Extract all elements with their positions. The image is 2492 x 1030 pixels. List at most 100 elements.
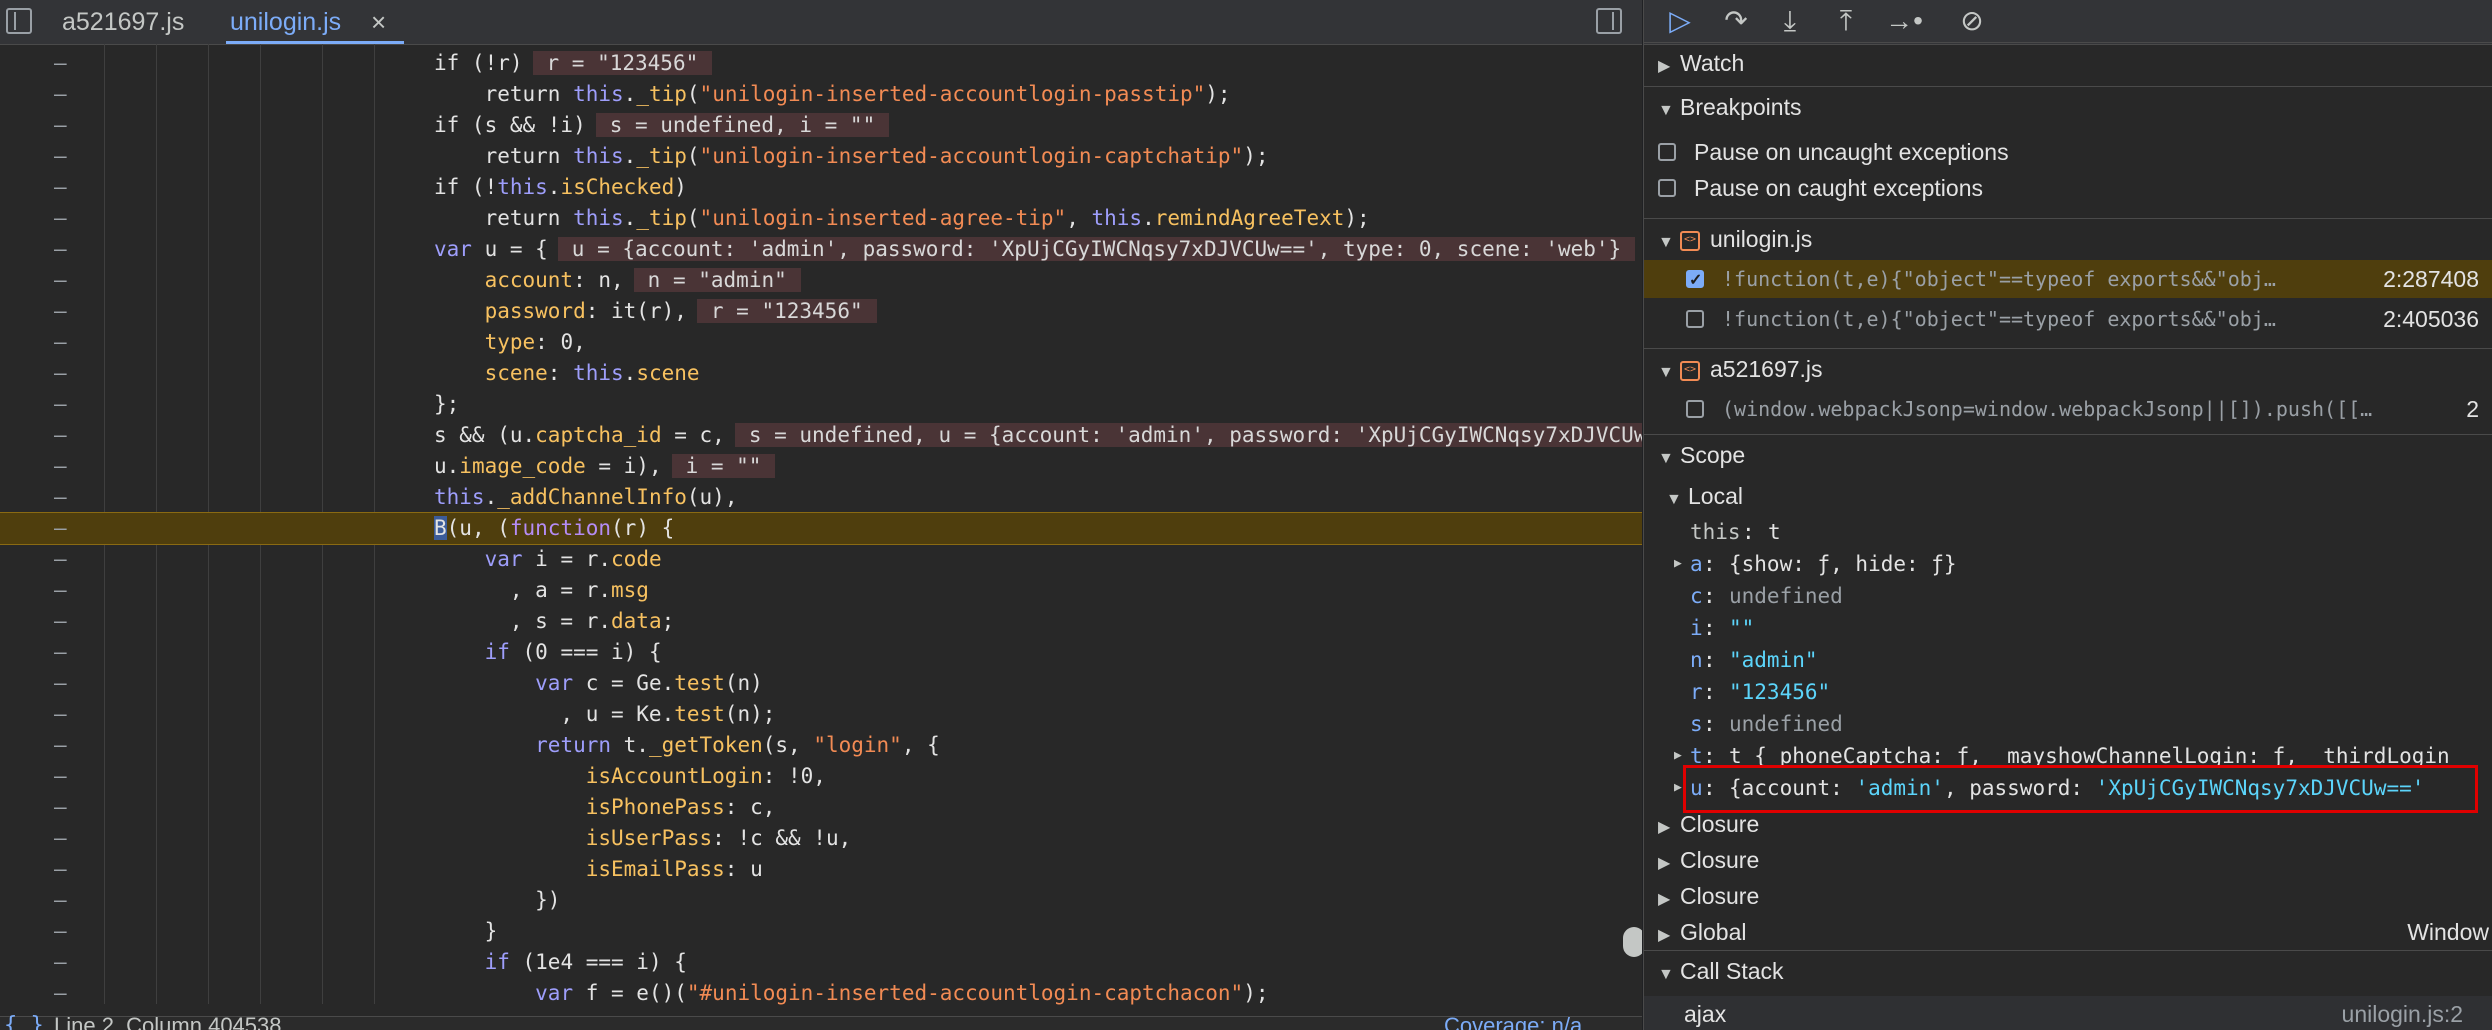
line-marker[interactable]: –: [54, 699, 67, 730]
line-marker[interactable]: –: [54, 947, 67, 978]
line-marker[interactable]: –: [54, 823, 67, 854]
step-into-icon[interactable]: ⤓: [1768, 2, 1812, 40]
breakpoint-file-a521697[interactable]: ▼ <> a521697.js: [1644, 348, 2492, 389]
pretty-print-icon[interactable]: { }: [4, 1013, 44, 1030]
line-marker[interactable]: –: [54, 172, 67, 203]
chevron-right-icon[interactable]: ▶: [1674, 548, 1682, 580]
code-line[interactable]: – return this._tip("unilogin-inserted-ac…: [0, 141, 1642, 172]
code-line[interactable]: – var i = r.code: [0, 544, 1642, 575]
code-line[interactable]: – }): [0, 885, 1642, 916]
scope-variable-c[interactable]: c: undefined: [1644, 580, 2492, 612]
line-marker[interactable]: –: [54, 203, 67, 234]
line-marker[interactable]: –: [54, 730, 67, 761]
line-marker[interactable]: –: [54, 48, 67, 79]
code-line[interactable]: – var f = e()("#unilogin-inserted-accoun…: [0, 978, 1642, 1009]
scope-closure[interactable]: ▶ Closure: [1644, 878, 2492, 914]
pause-uncaught-option[interactable]: Pause on uncaught exceptions: [1644, 134, 2492, 170]
code-line[interactable]: – password: it(r), r = "123456": [0, 296, 1642, 327]
code-line[interactable]: – return this._tip("unilogin-inserted-ag…: [0, 203, 1642, 234]
breakpoints-section-header[interactable]: ▼ Breakpoints: [1644, 86, 2492, 127]
pause-caught-checkbox[interactable]: [1658, 179, 1676, 197]
line-marker[interactable]: –: [54, 358, 67, 389]
scope-variable-i[interactable]: i: "": [1644, 612, 2492, 644]
code-lines[interactable]: – if (!r) r = "123456" – return this._tip("…: [0, 48, 1642, 1009]
line-marker[interactable]: –: [54, 265, 67, 296]
line-marker[interactable]: –: [54, 110, 67, 141]
code-line[interactable]: – isAccountLogin: !0,: [0, 761, 1642, 792]
line-marker[interactable]: –: [54, 854, 67, 885]
toggle-debugger-icon[interactable]: [1596, 8, 1622, 34]
pause-uncaught-checkbox[interactable]: [1658, 143, 1676, 161]
pause-caught-option[interactable]: Pause on caught exceptions: [1644, 170, 2492, 206]
code-line[interactable]: – if (0 === i) {: [0, 637, 1642, 668]
code-line[interactable]: – if (s && !i) s = undefined, i = "": [0, 110, 1642, 141]
code-line[interactable]: – var c = Ge.test(n): [0, 668, 1642, 699]
code-line[interactable]: – B(u, (function(r) {: [0, 512, 1642, 545]
code-line[interactable]: – return t._getToken(s, "login", {: [0, 730, 1642, 761]
chevron-right-icon[interactable]: ▶: [1674, 772, 1682, 804]
code-line[interactable]: – if (!r) r = "123456": [0, 48, 1642, 79]
line-marker[interactable]: –: [54, 792, 67, 823]
call-frame[interactable]: ajax unilogin.js:2: [1644, 996, 2492, 1030]
line-marker[interactable]: –: [54, 885, 67, 916]
code-line[interactable]: – u.image_code = i), i = "": [0, 451, 1642, 482]
breakpoint-checkbox[interactable]: [1686, 310, 1704, 328]
line-marker[interactable]: –: [54, 668, 67, 699]
scope-variable-a[interactable]: ▶ a: {show: ƒ, hide: ƒ}: [1644, 548, 2492, 580]
scope-variable-r[interactable]: r: "123456": [1644, 676, 2492, 708]
editor-scrollbar-thumb[interactable]: [1623, 927, 1642, 957]
line-marker[interactable]: –: [54, 296, 67, 327]
code-line[interactable]: – if (!this.isChecked): [0, 172, 1642, 203]
tab-unilogin[interactable]: unilogin.js: [230, 0, 341, 44]
code-line[interactable]: – scene: this.scene: [0, 358, 1642, 389]
line-marker[interactable]: –: [54, 389, 67, 420]
step-over-icon[interactable]: ↷: [1714, 2, 1758, 40]
step-out-icon[interactable]: ⤒: [1824, 2, 1868, 40]
scope-global[interactable]: ▶ Global Window: [1644, 914, 2492, 950]
breakpoint-checkbox[interactable]: [1686, 262, 1704, 300]
chevron-right-icon[interactable]: ▶: [1674, 740, 1682, 772]
watch-section-header[interactable]: ▶ Watch: [1644, 42, 2492, 83]
code-line[interactable]: – isUserPass: !c && !u,: [0, 823, 1642, 854]
code-line[interactable]: – s && (u.captcha_id = c, s = undefined, u…: [0, 420, 1642, 451]
code-line[interactable]: – return this._tip("unilogin-inserted-ac…: [0, 79, 1642, 110]
scope-variable-n[interactable]: n: "admin": [1644, 644, 2492, 676]
step-icon[interactable]: →•: [1882, 2, 1926, 40]
line-marker[interactable]: –: [54, 234, 67, 265]
code-line[interactable]: – , u = Ke.test(n);: [0, 699, 1642, 730]
line-marker[interactable]: –: [54, 637, 67, 668]
code-line[interactable]: –};: [0, 389, 1642, 420]
line-marker[interactable]: –: [54, 916, 67, 947]
code-line[interactable]: – , s = r.data;: [0, 606, 1642, 637]
close-tab-icon[interactable]: ×: [371, 0, 386, 44]
line-marker[interactable]: –: [54, 978, 67, 1009]
line-marker[interactable]: –: [54, 544, 67, 575]
breakpoint-checkbox[interactable]: [1686, 400, 1704, 418]
code-line[interactable]: – type: 0,: [0, 327, 1642, 358]
breakpoint-item[interactable]: !function(t,e){"object"==typeof exports&…: [1644, 300, 2492, 338]
breakpoint-file-unilogin[interactable]: ▼ <> unilogin.js: [1644, 218, 2492, 259]
code-line[interactable]: – , a = r.msg: [0, 575, 1642, 606]
scope-variable-this[interactable]: this: t: [1644, 516, 2492, 548]
scope-variable-s[interactable]: s: undefined: [1644, 708, 2492, 740]
toggle-navigator-icon[interactable]: [6, 8, 32, 34]
scope-local-header[interactable]: ▼ Local: [1644, 478, 2492, 514]
code-line[interactable]: – isEmailPass: u: [0, 854, 1642, 885]
breakpoint-item[interactable]: !function(t,e){"object"==typeof exports&…: [1644, 260, 2492, 300]
code-line[interactable]: – var u = {u = {account: 'admin', passwor…: [0, 234, 1642, 265]
code-line[interactable]: – isPhonePass: c,: [0, 792, 1642, 823]
line-marker[interactable]: –: [54, 575, 67, 606]
breakpoint-item[interactable]: (window.webpackJsonp=window.webpackJsonp…: [1644, 390, 2492, 428]
tab-a521697[interactable]: a521697.js: [62, 0, 184, 44]
scope-closure[interactable]: ▶ Closure: [1644, 842, 2492, 878]
line-marker[interactable]: –: [54, 327, 67, 358]
code-line[interactable]: – }: [0, 916, 1642, 947]
code-line[interactable]: – account: n, n = "admin": [0, 265, 1642, 296]
line-marker[interactable]: –: [54, 761, 67, 792]
scope-section-header[interactable]: ▼ Scope: [1644, 434, 2492, 475]
line-marker[interactable]: –: [54, 513, 67, 544]
code-line[interactable]: – if (1e4 === i) {: [0, 947, 1642, 978]
coverage-link[interactable]: Coverage: n/a: [1444, 1013, 1582, 1030]
line-marker[interactable]: –: [54, 141, 67, 172]
line-marker[interactable]: –: [54, 482, 67, 513]
